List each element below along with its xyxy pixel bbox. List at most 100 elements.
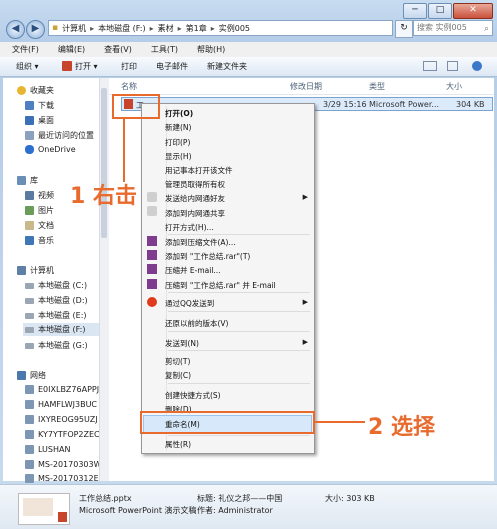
help-icon[interactable]: [472, 61, 482, 71]
menu-tools[interactable]: 工具(T): [139, 42, 185, 57]
explorer-window: ─ □ ✕ ◀ ▶ ▪ 计算机 ▸ 本地磁盘 (F:) ▸ 素材 ▸ 第1章 ▸…: [0, 0, 497, 529]
nav-recent[interactable]: 最近访问的位置: [25, 130, 94, 141]
computer-icon: [25, 430, 34, 439]
menu-create-shortcut[interactable]: 创建快捷方式(S): [165, 390, 221, 401]
nav-host[interactable]: MS-20170312E: [25, 474, 99, 483]
minimize-button[interactable]: ─: [403, 3, 427, 19]
menu-cut[interactable]: 剪切(T): [165, 356, 190, 367]
breadcrumb-material[interactable]: 素材: [158, 23, 174, 34]
menu-open[interactable]: 打开(O): [165, 108, 193, 119]
nav-host[interactable]: IXYREOG95UZJ: [25, 415, 98, 424]
menu-separator: [168, 234, 310, 235]
column-name[interactable]: 名称: [121, 81, 137, 92]
nav-drive-c[interactable]: 本地磁盘 (C:): [25, 280, 87, 291]
search-icon[interactable]: ⌕: [484, 22, 489, 36]
nav-documents[interactable]: 文档: [25, 220, 54, 231]
share-icon: [147, 206, 157, 216]
picture-icon: [25, 206, 34, 215]
column-size[interactable]: 大小: [446, 81, 462, 92]
nav-host[interactable]: KY7YTFOP2ZEC: [25, 430, 100, 439]
column-type[interactable]: 类型: [369, 81, 385, 92]
menu-restore-versions[interactable]: 还原以前的版本(V): [165, 318, 228, 329]
menu-show[interactable]: 显示(H): [165, 151, 192, 162]
nav-host[interactable]: LUSHAN: [25, 445, 70, 454]
menu-add-rar[interactable]: 添加到 "工作总结.rar"(T): [165, 251, 250, 262]
nav-pictures[interactable]: 图片: [25, 205, 54, 216]
menu-print[interactable]: 打印(P): [165, 137, 190, 148]
search-input[interactable]: 搜索 实例005 ⌕: [413, 20, 493, 36]
menu-properties[interactable]: 属性(R): [165, 439, 191, 450]
nav-drive-e[interactable]: 本地磁盘 (E:): [25, 310, 87, 321]
nav-host[interactable]: MS-20170303W: [25, 460, 102, 469]
menu-compress-email[interactable]: 压缩并 E-mail...: [165, 265, 221, 276]
column-modified[interactable]: 修改日期: [290, 81, 322, 92]
breadcrumb-example005[interactable]: 实例005: [219, 23, 250, 34]
nav-scrollbar[interactable]: [99, 78, 109, 481]
annotation-step2: 2 选择: [368, 415, 435, 440]
menu-copy[interactable]: 复制(C): [165, 370, 191, 381]
nav-scroll-thumb[interactable]: [101, 88, 107, 238]
nav-drive-g[interactable]: 本地磁盘 (G:): [25, 340, 88, 351]
menu-bar: 文件(F) 编辑(E) 查看(V) 工具(T) 帮助(H): [0, 42, 497, 58]
email-button[interactable]: 电子邮件: [156, 61, 188, 72]
breadcrumb-drive-f[interactable]: 本地磁盘 (F:): [98, 23, 145, 34]
network-icon: [17, 371, 26, 380]
refresh-button[interactable]: ↻: [395, 20, 413, 38]
nav-network[interactable]: 网络: [17, 370, 46, 381]
nav-downloads[interactable]: 下载: [25, 100, 54, 111]
menu-edit[interactable]: 编辑(E): [46, 42, 92, 57]
document-icon: [25, 221, 34, 230]
menu-new[interactable]: 新建(N): [165, 122, 191, 133]
nav-computer[interactable]: 计算机: [17, 265, 54, 276]
menu-take-ownership[interactable]: 管理员取得所有权: [165, 179, 225, 190]
forward-button[interactable]: ▶: [26, 20, 45, 39]
menu-view[interactable]: 查看(V): [92, 42, 139, 57]
menu-add-archive[interactable]: 添加到压缩文件(A)...: [165, 237, 236, 248]
nav-videos[interactable]: 视频: [25, 190, 54, 201]
pptx-file-icon: [58, 512, 67, 522]
library-icon: [17, 176, 26, 185]
navigation-bar: ◀ ▶ ▪ 计算机 ▸ 本地磁盘 (F:) ▸ 素材 ▸ 第1章 ▸ 实例005…: [4, 19, 493, 39]
folder-icon: ▪: [52, 23, 59, 33]
menu-qq-send[interactable]: 通过QQ发送到: [165, 298, 214, 309]
menu-send-to-friend[interactable]: 发送给内网通好友: [165, 193, 225, 204]
nav-desktop[interactable]: 桌面: [25, 115, 54, 126]
menu-compress-rar-email[interactable]: 压缩到 "工作总结.rar" 并 E-mail: [165, 280, 276, 291]
organize-button[interactable]: 组织 ▾: [16, 61, 39, 72]
print-button[interactable]: 打印: [121, 61, 137, 72]
nav-host[interactable]: HAMFLWJ3BUC: [25, 400, 97, 409]
close-button[interactable]: ✕: [453, 3, 493, 19]
breadcrumb-computer[interactable]: 计算机: [62, 23, 86, 34]
nav-drive-d[interactable]: 本地磁盘 (D:): [25, 295, 88, 306]
menu-open-with[interactable]: 打开方式(H)...: [165, 222, 214, 233]
view-options-icon[interactable]: [423, 61, 437, 71]
address-bar[interactable]: ▪ 计算机 ▸ 本地磁盘 (F:) ▸ 素材 ▸ 第1章 ▸ 实例005: [48, 20, 393, 36]
menu-help[interactable]: 帮助(H): [185, 42, 232, 57]
nav-onedrive[interactable]: OneDrive: [25, 145, 76, 154]
menu-add-share[interactable]: 添加到内网通共享: [165, 208, 225, 219]
nav-music[interactable]: 音乐: [25, 235, 54, 246]
maximize-button[interactable]: □: [428, 3, 452, 19]
nav-favorites[interactable]: 收藏夹: [17, 85, 54, 96]
nav-libraries[interactable]: 库: [17, 175, 38, 186]
column-header: 名称 修改日期 类型 大小: [109, 78, 494, 95]
back-button[interactable]: ◀: [6, 20, 25, 39]
computer-icon: [25, 415, 34, 424]
breadcrumb-chapter1[interactable]: 第1章: [186, 23, 207, 34]
menu-file[interactable]: 文件(F): [0, 42, 46, 57]
new-folder-button[interactable]: 新建文件夹: [207, 61, 247, 72]
nav-host[interactable]: E0IXLBZ76APPJ: [25, 385, 99, 394]
menu-open-notepad[interactable]: 用记事本打开该文件: [165, 165, 233, 176]
menu-send-to[interactable]: 发送到(N): [165, 338, 199, 349]
details-author: 作者: Administrator: [197, 506, 273, 515]
drive-icon: [25, 297, 34, 304]
search-placeholder: 搜索 实例005: [417, 23, 467, 32]
preview-pane-icon[interactable]: [447, 61, 458, 71]
open-button[interactable]: 打开 ▾: [75, 61, 98, 72]
slide-thumbnail-image: [23, 498, 53, 516]
drive-icon: [25, 282, 34, 289]
computer-icon: [25, 400, 34, 409]
breadcrumb-separator-icon: ▸: [90, 23, 95, 33]
nav-drive-f[interactable]: 本地磁盘 (F:): [23, 323, 99, 336]
menu-separator: [168, 331, 310, 332]
